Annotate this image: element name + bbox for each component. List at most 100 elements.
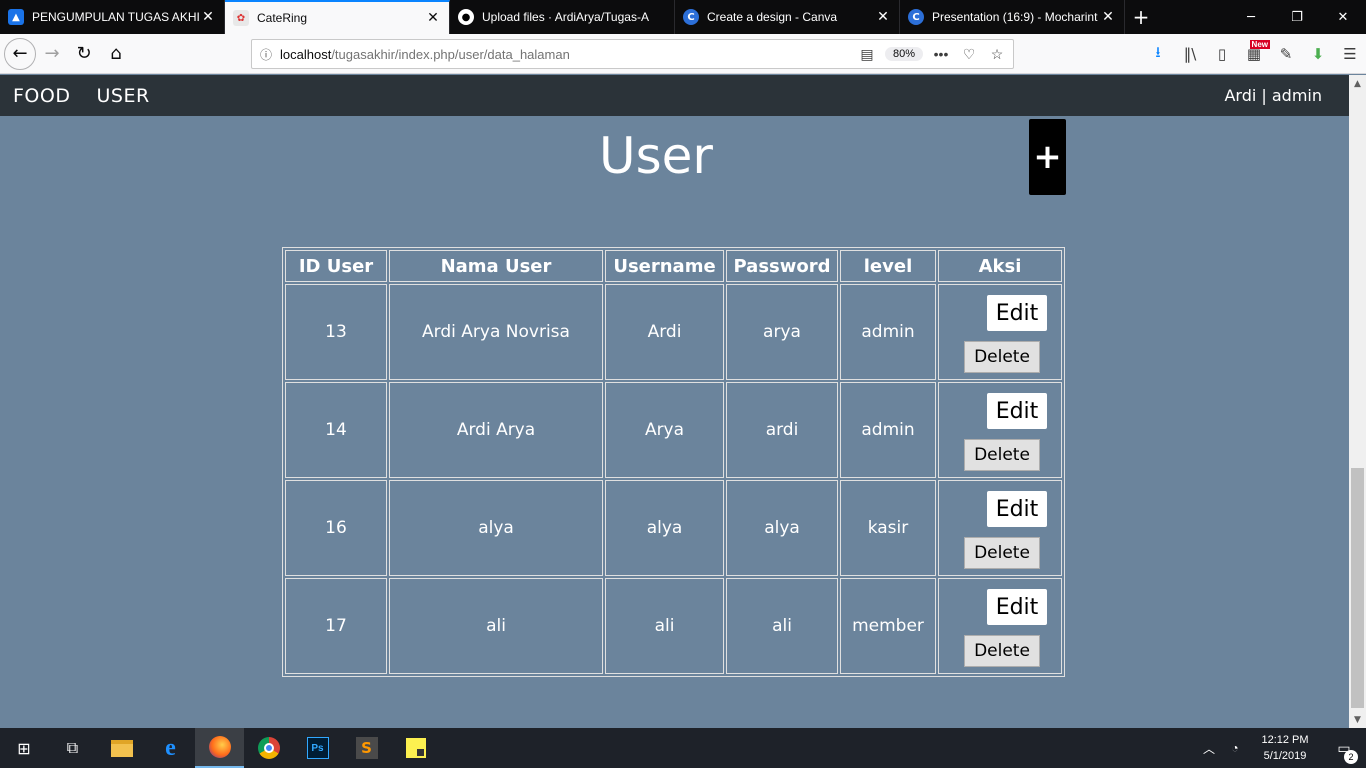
edit-button[interactable]: Edit [987, 589, 1047, 625]
close-icon[interactable]: ✕ [425, 10, 441, 26]
catering-favicon-icon: ✿ [233, 10, 249, 26]
tab-pengumpulan[interactable]: ▲ PENGUMPULAN TUGAS AKHIR ✕ [0, 0, 225, 34]
close-window-icon[interactable]: ✕ [1320, 0, 1366, 34]
tab-presentation[interactable]: C Presentation (16:9) - Mocharint ✕ [900, 0, 1125, 34]
bookmark-star-icon[interactable]: ☆ [987, 46, 1007, 63]
menu-icon[interactable]: ☰ [1334, 38, 1366, 70]
tab-github[interactable]: ● Upload files · ArdiArya/Tugas-A [450, 0, 675, 34]
close-icon[interactable]: ✕ [875, 9, 891, 25]
new-tab-button[interactable]: + [1125, 0, 1157, 34]
nav-food-link[interactable]: FOOD [13, 85, 70, 107]
table-row: 16 alya alya alya kasir Edit Delete [285, 480, 1062, 576]
cell-nama: Ardi Arya Novrisa [389, 284, 603, 380]
nav-user-link[interactable]: USER [96, 85, 149, 107]
cell-level: admin [840, 284, 936, 380]
new-badge: New [1249, 40, 1270, 49]
edit-button[interactable]: Edit [987, 491, 1047, 527]
tab-label: Upload files · ArdiArya/Tugas-A [482, 10, 649, 24]
sticky-notes-icon[interactable] [391, 728, 440, 768]
user-table: ID User Nama User Username Password leve… [282, 247, 1065, 677]
tab-canva[interactable]: C Create a design - Canva ✕ [675, 0, 900, 34]
tab-label: CateRing [257, 11, 308, 25]
scroll-down-icon[interactable]: ▼ [1349, 711, 1366, 728]
forward-button[interactable]: → [36, 38, 68, 70]
back-button[interactable]: ← [4, 37, 36, 70]
scroll-thumb[interactable] [1351, 468, 1364, 708]
cell-username: ali [605, 578, 724, 674]
delete-button[interactable]: Delete [964, 537, 1040, 569]
windows-start-icon[interactable]: ⊞ [0, 728, 48, 768]
classroom-icon: ▲ [8, 9, 24, 25]
cell-id: 16 [285, 480, 387, 576]
cell-level: member [840, 578, 936, 674]
cell-password: alya [726, 480, 838, 576]
cell-password: ali [726, 578, 838, 674]
sidebar-icon[interactable]: ▯ [1206, 38, 1238, 70]
clock-date: 5/1/2019 [1263, 750, 1307, 762]
cell-username: Ardi [605, 284, 724, 380]
taskbar: ⊞ ⧉ e Ps S ︿ ◔ 12:12 PM 5/1/2019 ▭ 2 [0, 728, 1366, 768]
canva-icon: C [908, 9, 924, 25]
cell-aksi: Edit Delete [938, 578, 1062, 674]
info-icon[interactable]: ⓘ [252, 46, 280, 63]
cell-username: Arya [605, 382, 724, 478]
clock[interactable]: 12:12 PM 5/1/2019 [1248, 732, 1322, 764]
close-icon[interactable]: ✕ [200, 9, 216, 25]
column-header: level [840, 250, 936, 282]
close-icon[interactable]: ✕ [1100, 9, 1116, 25]
task-view-icon[interactable]: ⧉ [48, 728, 97, 768]
url-host: localhost [280, 46, 332, 62]
cell-username: alya [605, 480, 724, 576]
page-scrollbar[interactable]: ▲ ▼ [1349, 75, 1366, 728]
column-header: Username [605, 250, 724, 282]
restore-icon[interactable]: ❐ [1274, 0, 1320, 34]
cell-nama: Ardi Arya [389, 382, 603, 478]
column-header: Password [726, 250, 838, 282]
edit-button[interactable]: Edit [987, 295, 1047, 331]
tab-catering[interactable]: ✿ CateRing ✕ [225, 0, 450, 34]
tab-label: PENGUMPULAN TUGAS AKHIR [32, 10, 200, 24]
downloads-icon[interactable]: ⭳ [1142, 38, 1174, 70]
table-row: 13 Ardi Arya Novrisa Ardi arya admin Edi… [285, 284, 1062, 380]
download-helper-icon[interactable]: ⬇ [1302, 38, 1334, 70]
notification-center-icon[interactable]: ▭ 2 [1322, 740, 1366, 764]
clock-time: 12:12 PM [1261, 734, 1309, 746]
reader-view-icon[interactable]: ▤ [857, 46, 877, 63]
page-actions-icon[interactable]: ••• [931, 46, 951, 62]
delete-button[interactable]: Delete [964, 439, 1040, 471]
sublime-text-icon[interactable]: S [342, 728, 391, 768]
app-navbar: FOOD USER Ardi | admin [0, 75, 1349, 116]
library-icon[interactable]: ‖\ [1174, 38, 1206, 70]
file-explorer-icon[interactable] [97, 728, 146, 768]
cell-aksi: Edit Delete [938, 382, 1062, 478]
cell-level: kasir [840, 480, 936, 576]
table-header-row: ID User Nama User Username Password leve… [285, 250, 1062, 282]
window-controls: ─ ❐ ✕ [1228, 0, 1366, 34]
tab-strip: ▲ PENGUMPULAN TUGAS AKHIR ✕ ✿ CateRing ✕… [0, 0, 1366, 34]
firefox-icon[interactable] [195, 728, 244, 768]
pocket-icon[interactable]: ♡ [959, 46, 979, 63]
cell-level: admin [840, 382, 936, 478]
reload-button[interactable]: ↻ [68, 38, 100, 70]
photoshop-icon[interactable]: Ps [293, 728, 342, 768]
edit-button[interactable]: Edit [987, 393, 1047, 429]
delete-button[interactable]: Delete [964, 635, 1040, 667]
browser-toolbar: ← → ↻ ⌂ ⓘ localhost/tugasakhir/index.php… [0, 34, 1366, 74]
page-title: User [599, 127, 713, 185]
delete-button[interactable]: Delete [964, 341, 1040, 373]
home-button[interactable]: ⌂ [100, 38, 132, 70]
wifi-icon[interactable]: ◔ [1222, 741, 1248, 755]
zoom-level[interactable]: 80% [884, 47, 923, 61]
add-user-button[interactable]: + [1029, 119, 1066, 195]
extension-icon[interactable]: ▦ New [1238, 38, 1270, 70]
scroll-up-icon[interactable]: ▲ [1349, 75, 1366, 92]
url-bar[interactable]: ⓘ localhost/tugasakhir/index.php/user/da… [251, 39, 1014, 69]
chevron-up-icon[interactable]: ︿ [1196, 740, 1222, 757]
cell-aksi: Edit Delete [938, 284, 1062, 380]
table-row: 14 Ardi Arya Arya ardi admin Edit Delete [285, 382, 1062, 478]
column-header: Aksi [938, 250, 1062, 282]
minimize-icon[interactable]: ─ [1228, 0, 1274, 34]
eyedropper-icon[interactable]: ✎ [1270, 38, 1302, 70]
edge-icon[interactable]: e [146, 728, 195, 768]
chrome-icon[interactable] [244, 728, 293, 768]
